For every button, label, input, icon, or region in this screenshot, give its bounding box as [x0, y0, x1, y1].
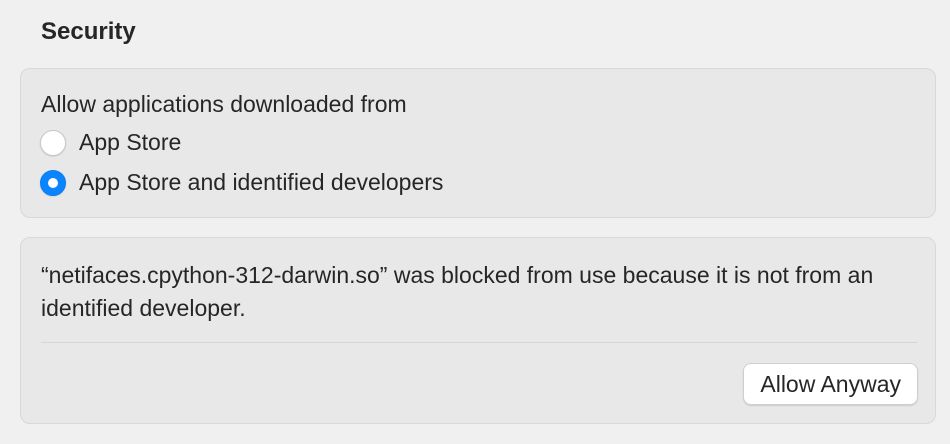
radio-option-app-store[interactable]: App Store	[40, 129, 181, 156]
download-source-label: Allow applications downloaded from	[41, 91, 407, 117]
radio-label-app-store-and-identified-developers[interactable]: App Store and identified developers	[79, 169, 443, 196]
radio-label-app-store[interactable]: App Store	[79, 129, 181, 156]
blocked-message: “netifaces.cpython-312-darwin.so” was bl…	[41, 262, 874, 321]
download-source-group: Allow applications downloaded from App S…	[20, 68, 936, 218]
radio-button-app-store-and-identified-developers[interactable]	[40, 169, 66, 196]
divider	[41, 342, 917, 343]
allow-anyway-button[interactable]: Allow Anyway	[743, 363, 918, 405]
blocked-notice-group: “netifaces.cpython-312-darwin.so” was bl…	[20, 237, 936, 424]
radio-button-app-store[interactable]	[40, 129, 66, 156]
radio-option-app-store-and-identified-developers[interactable]: App Store and identified developers	[40, 169, 443, 196]
security-settings-pane: Security Allow applications downloaded f…	[0, 0, 950, 444]
section-title: Security	[41, 18, 136, 45]
